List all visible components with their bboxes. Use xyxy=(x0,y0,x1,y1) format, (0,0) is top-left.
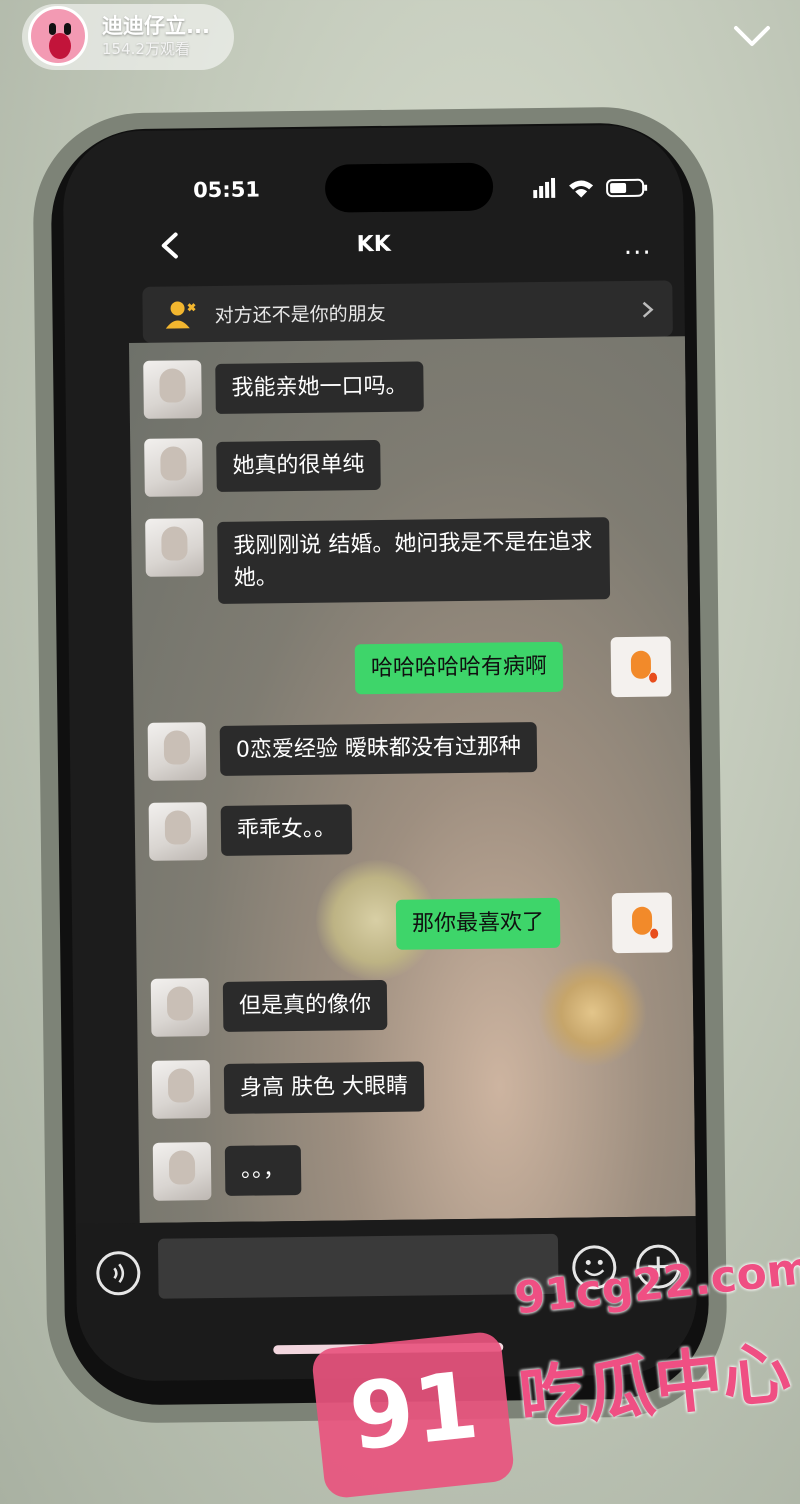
message-row: 我能亲她一口吗。 xyxy=(129,354,685,419)
chevron-down-icon[interactable] xyxy=(730,18,774,52)
watermark-badge-text: 91 xyxy=(344,1351,484,1472)
message-bubble[interactable]: 0恋爱经验 暧昧都没有过那种 xyxy=(219,722,538,776)
add-friend-icon xyxy=(165,301,196,329)
message-bubble[interactable]: 但是真的像你 xyxy=(222,979,388,1032)
message-row: 。。， xyxy=(139,1136,695,1201)
message-bubble[interactable]: 乖乖女。。 xyxy=(220,804,353,856)
my-message-bubble[interactable]: 哈哈哈哈哈有病啊 xyxy=(354,641,564,695)
message-bubble[interactable]: 我能亲她一口吗。 xyxy=(215,361,424,414)
avatar-eye xyxy=(64,23,71,35)
message-bubble[interactable]: 她真的很单纯 xyxy=(216,439,381,492)
my-message-bubble[interactable]: 那你最喜欢了 xyxy=(395,897,561,950)
charmander-icon xyxy=(631,906,653,935)
contact-avatar[interactable] xyxy=(143,360,202,419)
more-options-button[interactable]: ... xyxy=(624,231,652,261)
contact-avatar[interactable] xyxy=(150,978,210,1037)
message-bubble[interactable]: 我刚刚说 结婚。她问我是不是在追求她。 xyxy=(217,517,611,604)
my-avatar[interactable] xyxy=(610,636,672,698)
message-row: 她真的很单纯 xyxy=(130,432,686,497)
message-row: 乖乖女。。 xyxy=(135,796,691,861)
phone-screen: 05:51 KK ... 对方还不是你的朋友 我能亲她一口吗。 她真的很单纯 我… xyxy=(62,124,698,1382)
flame-icon xyxy=(650,928,659,939)
contact-avatar[interactable] xyxy=(148,802,208,861)
avatar-mouth xyxy=(49,33,71,59)
status-time: 05:51 xyxy=(192,177,261,203)
dynamic-island xyxy=(324,162,494,213)
notice-text: 对方还不是你的朋友 xyxy=(214,302,386,327)
contact-avatar[interactable] xyxy=(151,1060,211,1119)
wallpaper-decoration xyxy=(536,956,648,1069)
message-row: 哈哈哈哈哈有病啊 xyxy=(133,636,689,698)
contact-avatar[interactable] xyxy=(144,438,203,497)
view-count: 154.2万观看 xyxy=(102,40,190,58)
contact-avatar[interactable] xyxy=(145,518,204,577)
message-input[interactable] xyxy=(157,1233,559,1299)
charmander-icon xyxy=(630,650,652,679)
signal-icon xyxy=(533,190,538,199)
not-friend-notice[interactable]: 对方还不是你的朋友 xyxy=(142,280,673,343)
message-bubble[interactable]: 身高 肤色 大眼睛 xyxy=(223,1061,425,1114)
status-icons xyxy=(533,177,648,199)
flame-icon xyxy=(649,672,658,683)
streamer-name[interactable]: 迪迪仔立... xyxy=(102,10,210,40)
streamer-avatar[interactable] xyxy=(28,6,88,66)
wifi-icon xyxy=(569,180,594,198)
message-row: 0恋爱经验 暧昧都没有过那种 xyxy=(134,716,690,781)
contact-avatar[interactable] xyxy=(147,722,207,781)
message-bubble[interactable]: 。。， xyxy=(224,1144,302,1196)
chevron-right-icon xyxy=(642,301,654,318)
voice-icon[interactable] xyxy=(96,1250,141,1296)
my-avatar[interactable] xyxy=(611,892,673,954)
contact-avatar[interactable] xyxy=(152,1142,212,1201)
chat-area[interactable]: 我能亲她一口吗。 她真的很单纯 我刚刚说 结婚。她问我是不是在追求她。 哈哈哈哈… xyxy=(128,336,696,1223)
message-row: 我刚刚说 结婚。她问我是不是在追求她。 xyxy=(131,512,687,604)
